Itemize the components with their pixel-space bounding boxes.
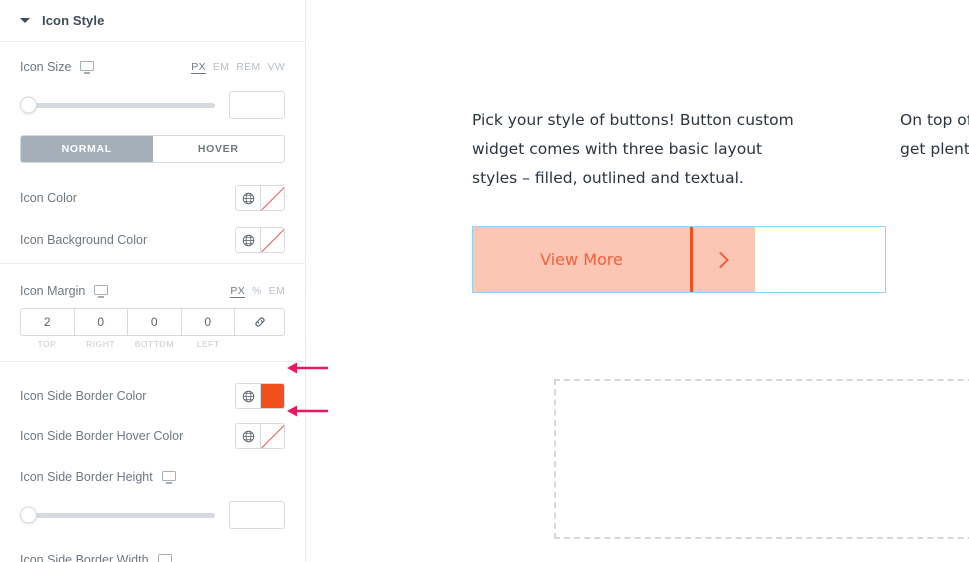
globe-icon[interactable] xyxy=(235,227,260,253)
tab-normal[interactable]: NORMAL xyxy=(21,136,153,162)
icon-side-border-height-row: Icon Side Border Height xyxy=(20,464,285,490)
icon-margin-side-labels: TOP RIGHT BOTTOM LEFT xyxy=(20,339,285,349)
view-more-button[interactable]: View More xyxy=(473,227,690,292)
icon-side-border-height-label-group: Icon Side Border Height xyxy=(20,470,176,484)
icon-background-color-control[interactable] xyxy=(235,227,285,253)
empty-section-placeholder[interactable] xyxy=(554,379,969,539)
label-bottom: BOTTOM xyxy=(134,339,174,349)
tab-hover[interactable]: HOVER xyxy=(152,136,284,162)
link-icon xyxy=(254,317,265,327)
icon-margin-row: Icon Margin PX % EM xyxy=(20,278,285,304)
slider-knob[interactable] xyxy=(20,506,37,524)
icon-background-color-label: Icon Background Color xyxy=(20,233,148,247)
icon-color-row: Icon Color xyxy=(20,177,285,219)
icon-side-border-color-row: Icon Side Border Color xyxy=(20,376,285,416)
label-right: RIGHT xyxy=(86,339,116,349)
globe-icon-svg xyxy=(242,192,254,204)
panel-section-header[interactable]: Icon Style xyxy=(0,0,305,42)
unit-em[interactable]: EM xyxy=(213,61,229,73)
icon-color-control[interactable] xyxy=(235,185,285,211)
unit-percent[interactable]: % xyxy=(252,285,262,297)
icon-side-border-width-row: Icon Side Border Width xyxy=(20,547,285,562)
icon-side-border-width-label: Icon Side Border Width xyxy=(20,553,149,562)
panel-title: Icon Style xyxy=(42,13,105,28)
empty-swatch xyxy=(261,228,284,252)
monitor-icon[interactable] xyxy=(94,284,109,298)
icon-side-border-color-control[interactable] xyxy=(235,383,285,409)
style-settings-panel: Icon Style Icon Size PX EM REM VW NORMAL… xyxy=(0,0,306,562)
icon-side-border-height-label: Icon Side Border Height xyxy=(20,470,153,484)
unit-vw[interactable]: VW xyxy=(267,61,285,73)
icon-size-row: Icon Size PX EM REM VW xyxy=(20,54,285,80)
icon-background-color-row: Icon Background Color xyxy=(20,219,285,261)
unit-rem[interactable]: REM xyxy=(236,61,260,73)
icon-color-swatch[interactable] xyxy=(260,185,285,211)
icon-side-border-hover-color-swatch[interactable] xyxy=(260,423,285,449)
monitor-icon[interactable] xyxy=(161,470,176,484)
margin-right-input[interactable]: 0 xyxy=(74,308,128,336)
chevron-right-icon xyxy=(719,251,729,268)
monitor-icon[interactable] xyxy=(80,60,95,74)
icon-size-unit-switcher[interactable]: PX EM REM VW xyxy=(191,61,285,74)
icon-side-border-color-label: Icon Side Border Color xyxy=(20,389,147,403)
icon-size-slider[interactable] xyxy=(20,96,215,114)
icon-side-border-hover-color-control[interactable] xyxy=(235,423,285,449)
globe-icon-svg xyxy=(242,390,254,402)
icon-size-section: Icon Size PX EM REM VW NORMAL HOVER Icon… xyxy=(0,42,305,264)
margin-bottom-input[interactable]: 0 xyxy=(128,308,182,336)
icon-side-border-hover-color-label: Icon Side Border Hover Color xyxy=(20,429,184,443)
unit-px[interactable]: PX xyxy=(191,61,206,74)
icon-side-border-height-slider-row xyxy=(20,490,285,541)
view-more-button-label: View More xyxy=(540,250,623,269)
margin-top-input[interactable]: 2 xyxy=(20,308,75,336)
icon-color-label: Icon Color xyxy=(20,191,77,205)
icon-size-label: Icon Size xyxy=(20,60,72,74)
slider-knob[interactable] xyxy=(20,96,37,114)
icon-side-border-height-slider[interactable] xyxy=(20,506,215,524)
label-top: TOP xyxy=(37,339,57,349)
button-widget-container[interactable]: View More xyxy=(472,226,886,293)
link-values-toggle[interactable] xyxy=(235,308,285,336)
empty-swatch xyxy=(261,186,284,210)
icon-size-label-group: Icon Size xyxy=(20,60,95,74)
icon-margin-label: Icon Margin xyxy=(20,284,86,298)
icon-side-border-section: Icon Side Border Color Icon Side Border … xyxy=(0,362,305,562)
app-root: Icon Style Icon Size PX EM REM VW NORMAL… xyxy=(0,0,969,562)
globe-icon[interactable] xyxy=(235,383,260,409)
icon-side-border-hover-color-row: Icon Side Border Hover Color xyxy=(20,416,285,456)
globe-icon[interactable] xyxy=(235,185,260,211)
globe-icon[interactable] xyxy=(235,423,260,449)
unit-em[interactable]: EM xyxy=(269,285,285,297)
icon-background-color-swatch[interactable] xyxy=(260,227,285,253)
icon-margin-label-group: Icon Margin xyxy=(20,284,109,298)
icon-size-slider-row xyxy=(20,80,285,131)
unit-px[interactable]: PX xyxy=(230,285,245,298)
paragraph-left: Pick your style of buttons! Button custo… xyxy=(472,111,794,187)
icon-size-input[interactable] xyxy=(229,91,285,119)
state-tabs[interactable]: NORMAL HOVER xyxy=(20,135,285,163)
filled-swatch xyxy=(261,384,284,408)
icon-margin-section: Icon Margin PX % EM 2 0 0 0 TOP RIGHT BO… xyxy=(0,264,305,362)
globe-icon-svg xyxy=(242,430,254,442)
icon-margin-inputs: 2 0 0 0 xyxy=(20,308,285,336)
icon-side-border-color-swatch[interactable] xyxy=(260,383,285,409)
preview-canvas: Pick your style of buttons! Button custo… xyxy=(306,0,969,562)
paragraph-right: On top of that, you also get plenty of s… xyxy=(900,111,969,158)
caret-down-icon[interactable] xyxy=(20,18,30,23)
empty-swatch xyxy=(261,424,284,448)
margin-left-input[interactable]: 0 xyxy=(181,308,235,336)
icon-side-border-width-label-group: Icon Side Border Width xyxy=(20,553,172,562)
view-more-button-icon-area[interactable] xyxy=(690,227,755,292)
slider-track[interactable] xyxy=(20,102,215,108)
label-left: LEFT xyxy=(196,339,220,349)
globe-icon-svg xyxy=(242,234,254,246)
icon-side-border-height-input[interactable] xyxy=(229,501,285,529)
slider-track[interactable] xyxy=(20,512,215,518)
monitor-icon[interactable] xyxy=(157,553,172,562)
icon-margin-unit-switcher[interactable]: PX % EM xyxy=(230,285,285,298)
